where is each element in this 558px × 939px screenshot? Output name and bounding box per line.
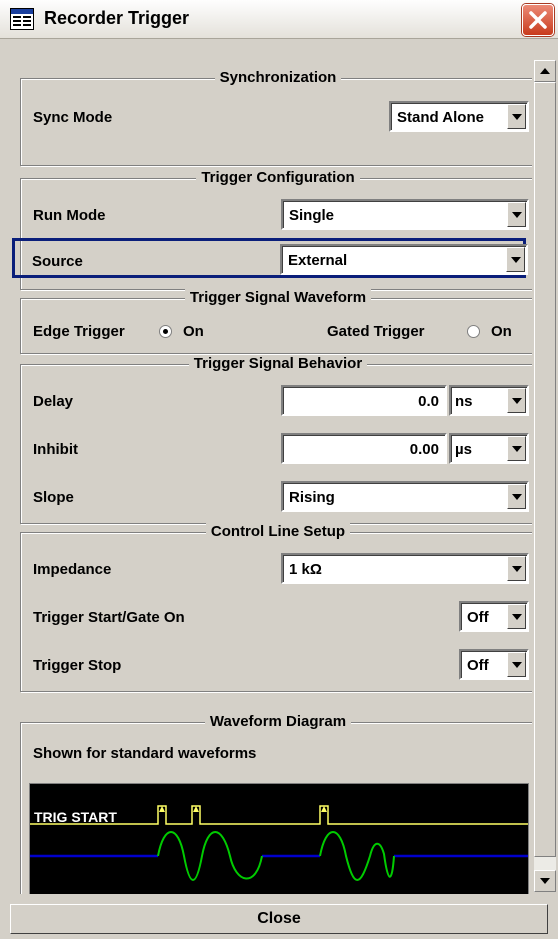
- scroll-up-button[interactable]: [534, 60, 556, 82]
- trigger-arrow-icon: [321, 806, 327, 812]
- settings-scroll-pane: Synchronization Sync Mode Stand Alone Tr…: [10, 58, 532, 894]
- app-window-icon: [10, 8, 34, 30]
- trigger-behavior-group: Trigger Signal Behavior Delay 0.0 ns Inh…: [20, 355, 532, 524]
- edge-trigger-radio[interactable]: [159, 325, 172, 338]
- sync-mode-value: Stand Alone: [397, 109, 484, 126]
- impedance-value: 1 kΩ: [289, 561, 322, 578]
- window-title: Recorder Trigger: [44, 8, 190, 28]
- inhibit-label: Inhibit: [33, 441, 78, 458]
- sync-mode-label: Sync Mode: [33, 109, 113, 126]
- waveform-diagram-group: Waveform Diagram Shown for standard wave…: [20, 713, 532, 894]
- waveform-diagram-canvas: TRIG START: [29, 783, 529, 894]
- inhibit-input[interactable]: 0.00: [281, 433, 447, 464]
- chevron-down-icon[interactable]: [507, 556, 526, 581]
- trigger-configuration-title: Trigger Configuration: [196, 169, 360, 186]
- control-line-group: Control Line Setup Impedance 1 kΩ Trigge…: [20, 523, 532, 692]
- inhibit-unit-value: µs: [455, 441, 472, 458]
- delay-label: Delay: [33, 393, 74, 410]
- slope-select[interactable]: Rising: [281, 481, 529, 512]
- title-bar[interactable]: Recorder Trigger: [0, 0, 558, 39]
- scroll-down-button[interactable]: [534, 870, 556, 892]
- source-select[interactable]: External: [280, 244, 528, 275]
- waveform-diagram-subtitle: Shown for standard waveforms: [33, 745, 257, 762]
- edge-trigger-on-label: On: [183, 323, 204, 340]
- run-mode-select[interactable]: Single: [281, 199, 529, 230]
- close-button[interactable]: Close: [10, 904, 548, 934]
- synchronization-title: Synchronization: [214, 69, 342, 86]
- trigger-stop-label: Trigger Stop: [33, 657, 122, 674]
- slope-value: Rising: [289, 489, 335, 506]
- gated-trigger-radio[interactable]: [467, 325, 480, 338]
- chevron-down-icon[interactable]: [507, 388, 526, 413]
- gated-trigger-on-label: On: [491, 323, 512, 340]
- inhibit-value: 0.00: [409, 441, 439, 458]
- delay-value: 0.0: [418, 393, 439, 410]
- run-mode-label: Run Mode: [33, 207, 106, 224]
- sync-mode-select[interactable]: Stand Alone: [389, 101, 529, 132]
- vertical-scrollbar[interactable]: [534, 60, 556, 892]
- control-line-title: Control Line Setup: [205, 523, 351, 540]
- trigger-behavior-title: Trigger Signal Behavior: [188, 355, 368, 372]
- edge-trigger-label: Edge Trigger: [33, 323, 125, 340]
- delay-input[interactable]: 0.0: [281, 385, 447, 416]
- slope-label: Slope: [33, 489, 74, 506]
- recorder-trigger-window: Recorder Trigger Synchronization Sync Mo…: [0, 0, 558, 939]
- trigger-start-select[interactable]: Off: [459, 601, 529, 632]
- delay-unit-value: ns: [455, 393, 473, 410]
- chevron-down-icon[interactable]: [507, 436, 526, 461]
- trigger-start-label: Trigger Start/Gate On: [33, 609, 185, 626]
- source-value: External: [288, 252, 348, 269]
- trigger-waveform-group: Trigger Signal Waveform Edge Trigger On …: [20, 289, 532, 354]
- chevron-down-icon[interactable]: [507, 604, 526, 629]
- chevron-down-icon[interactable]: [506, 247, 525, 272]
- delay-unit-select[interactable]: ns: [449, 385, 529, 416]
- waveform-diagram-title: Waveform Diagram: [204, 713, 352, 730]
- source-label: Source: [32, 253, 83, 270]
- trigger-arrow-icon: [159, 806, 165, 812]
- trigger-stop-select[interactable]: Off: [459, 649, 529, 680]
- chevron-down-icon[interactable]: [507, 104, 526, 129]
- impedance-select[interactable]: 1 kΩ: [281, 553, 529, 584]
- dialog-footer: Close: [0, 898, 558, 939]
- trigger-stop-value: Off: [467, 657, 489, 674]
- trigger-waveform-title: Trigger Signal Waveform: [184, 289, 372, 306]
- gated-trigger-label: Gated Trigger: [327, 323, 425, 340]
- run-mode-value: Single: [289, 207, 335, 224]
- close-x-icon[interactable]: [522, 4, 554, 36]
- synchronization-group: Synchronization Sync Mode Stand Alone: [20, 69, 532, 166]
- trigger-arrow-icon: [193, 806, 199, 812]
- impedance-label: Impedance: [33, 561, 112, 578]
- trig-start-label: TRIG START: [34, 809, 117, 825]
- chevron-down-icon[interactable]: [507, 484, 526, 509]
- chevron-down-icon[interactable]: [507, 652, 526, 677]
- scrollbar-thumb[interactable]: [534, 82, 556, 857]
- inhibit-unit-select[interactable]: µs: [449, 433, 529, 464]
- chevron-down-icon[interactable]: [507, 202, 526, 227]
- trigger-start-value: Off: [467, 609, 489, 626]
